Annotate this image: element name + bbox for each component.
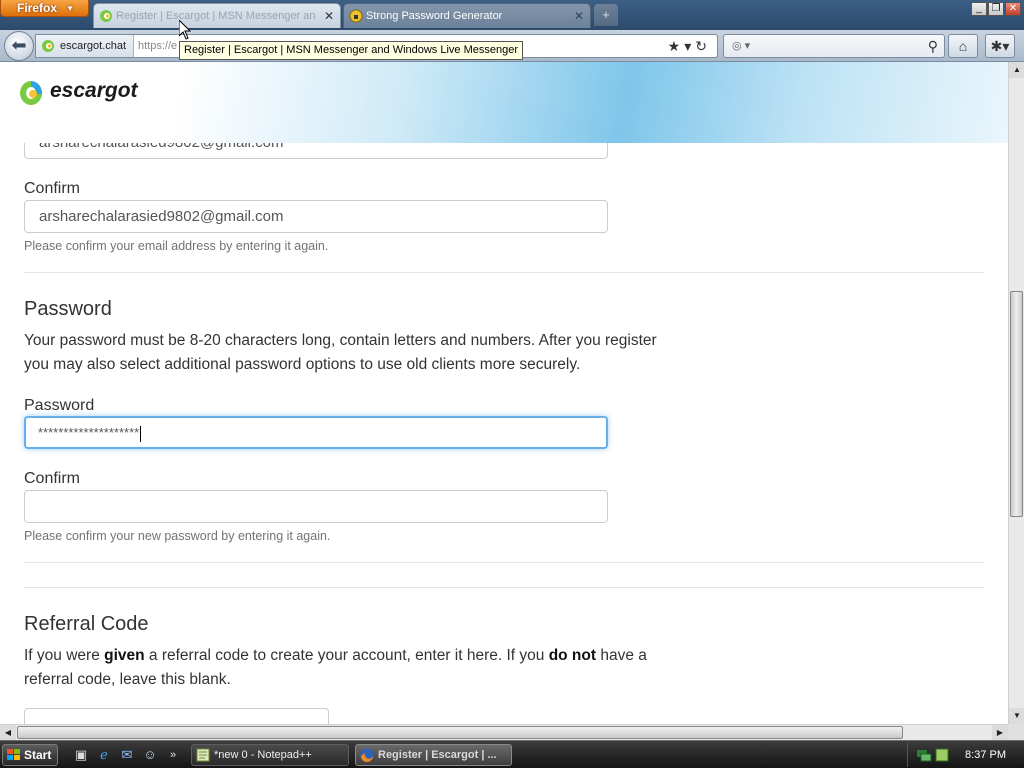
referral-section-title: Referral Code xyxy=(24,613,149,635)
text-caret xyxy=(140,425,142,442)
task-label: *new 0 - Notepad++ xyxy=(214,749,312,761)
referral-instructions: If you were given a referral code to cre… xyxy=(24,647,647,688)
firefox-icon xyxy=(360,748,374,762)
escargot-favicon-icon xyxy=(100,10,112,22)
site-identity-label: escargot.chat xyxy=(60,40,127,52)
email-confirm-field[interactable]: arsharechalarasied9802@gmail.com xyxy=(24,200,608,233)
new-tab-button[interactable]: + xyxy=(594,4,618,26)
scroll-right-icon[interactable]: ▶ xyxy=(992,725,1008,741)
tab-label: Strong Password Generator xyxy=(366,10,503,22)
scroll-up-icon[interactable]: ▲ xyxy=(1009,62,1024,78)
password-confirm-help: Please confirm your new password by ente… xyxy=(24,529,331,543)
scroll-down-icon[interactable]: ▼ xyxy=(1009,708,1024,724)
windows-taskbar: Start ▣ ℯ ✉ ☺ » *new 0 - Notepad++ Regis… xyxy=(0,740,1024,768)
home-button[interactable]: ⌂ xyxy=(948,34,978,58)
email-confirm-help: Please confirm your email address by ent… xyxy=(24,239,329,253)
windows-flag-icon xyxy=(7,749,20,760)
bookmark-star-icon[interactable]: ★ xyxy=(668,38,685,54)
back-arrow-icon: ⬅ xyxy=(11,35,27,55)
horizontal-scroll-thumb[interactable] xyxy=(17,726,903,739)
tab-label: Register | Escargot | MSN Messenger an xyxy=(116,10,316,22)
taskbar-clock[interactable]: 8:37 PM xyxy=(965,743,1006,767)
vertical-scroll-thumb[interactable] xyxy=(1010,291,1023,517)
section-divider xyxy=(24,587,984,588)
escargot-logo-icon xyxy=(20,80,43,105)
bookmarks-icon: ✱▾ xyxy=(990,38,1010,54)
taskbar-firefox[interactable]: Register | Escargot | ... xyxy=(355,744,512,766)
quicklaunch-overflow-icon[interactable]: » xyxy=(164,746,182,764)
close-tab-icon[interactable]: ✕ xyxy=(324,4,334,28)
bookmarks-menu-button[interactable]: ✱▾ xyxy=(985,34,1015,58)
site-identity-button[interactable]: escargot.chat xyxy=(36,35,134,57)
reload-icon[interactable]: ↻ xyxy=(695,38,711,54)
password-value: ******************** xyxy=(38,425,140,440)
start-label: Start xyxy=(24,748,52,762)
vertical-scrollbar[interactable]: ▲ ▼ xyxy=(1008,62,1024,724)
password-confirm-label: Confirm xyxy=(24,470,81,487)
minimize-button[interactable]: _ xyxy=(971,2,987,16)
url-text[interactable]: https://e xyxy=(138,35,177,57)
tab-tooltip: Register | Escargot | MSN Messenger and … xyxy=(179,41,524,60)
mouse-pointer-icon xyxy=(179,20,191,40)
section-divider xyxy=(24,272,984,273)
restore-button[interactable]: ❐ xyxy=(988,2,1004,16)
system-tray: 8:37 PM xyxy=(907,743,1024,767)
search-engine-icon[interactable]: ◎ ▾ xyxy=(732,40,750,52)
notepadpp-icon xyxy=(196,748,210,762)
task-label: Register | Escargot | ... xyxy=(378,749,497,761)
horizontal-scrollbar[interactable]: ◀ ▶ xyxy=(0,724,1008,741)
show-desktop-icon[interactable]: ▣ xyxy=(72,746,90,764)
home-icon: ⌂ xyxy=(958,38,968,54)
tab-register-escargot[interactable]: Register | Escargot | MSN Messenger an ✕ xyxy=(93,3,341,28)
dropdown-arrow-icon[interactable]: ▾ xyxy=(684,38,695,54)
tab-strong-password-generator[interactable]: Strong Password Generator ✕ xyxy=(343,3,591,28)
escargot-favicon-icon xyxy=(42,40,54,52)
site-logo-text[interactable]: escargot xyxy=(50,79,138,103)
password-confirm-field[interactable] xyxy=(24,490,608,523)
page-viewport: escargot arsharechalarasied9802@gmail.co… xyxy=(0,62,1008,724)
password-label: Password xyxy=(24,397,95,414)
firefox-menu-label: Firefox xyxy=(17,1,58,15)
back-button[interactable]: ⬅ xyxy=(4,31,34,61)
network-icon[interactable] xyxy=(916,747,932,763)
start-button[interactable]: Start xyxy=(2,744,58,766)
site-header: escargot xyxy=(0,62,1008,143)
outlook-icon[interactable]: ✉ xyxy=(118,746,136,764)
chevron-down-icon: ▼ xyxy=(66,4,74,13)
password-generator-favicon-icon xyxy=(349,9,363,23)
password-field[interactable]: ******************** xyxy=(24,416,608,449)
title-bar: Firefox ▼ Register | Escargot | MSN Mess… xyxy=(0,0,1024,30)
scrollbar-corner xyxy=(1008,724,1024,740)
firefox-menu-button[interactable]: Firefox ▼ xyxy=(0,0,89,17)
search-bar[interactable]: ◎ ▾ ⚲ xyxy=(723,34,945,58)
section-divider xyxy=(24,562,984,563)
internet-explorer-icon[interactable]: ℯ xyxy=(95,746,113,764)
password-instructions: Your password must be 8-20 characters lo… xyxy=(24,332,657,373)
password-section-title: Password xyxy=(24,298,112,320)
volume-icon[interactable] xyxy=(934,747,950,763)
close-tab-icon[interactable]: ✕ xyxy=(574,4,584,28)
messenger-icon[interactable]: ☺ xyxy=(141,746,159,764)
close-window-button[interactable]: ✕ xyxy=(1005,2,1021,16)
search-icon[interactable]: ⚲ xyxy=(928,35,938,57)
email-confirm-label: Confirm xyxy=(24,180,81,197)
scroll-left-icon[interactable]: ◀ xyxy=(0,725,16,741)
taskbar-notepadpp[interactable]: *new 0 - Notepad++ xyxy=(191,744,349,766)
referral-code-field[interactable] xyxy=(24,708,329,724)
